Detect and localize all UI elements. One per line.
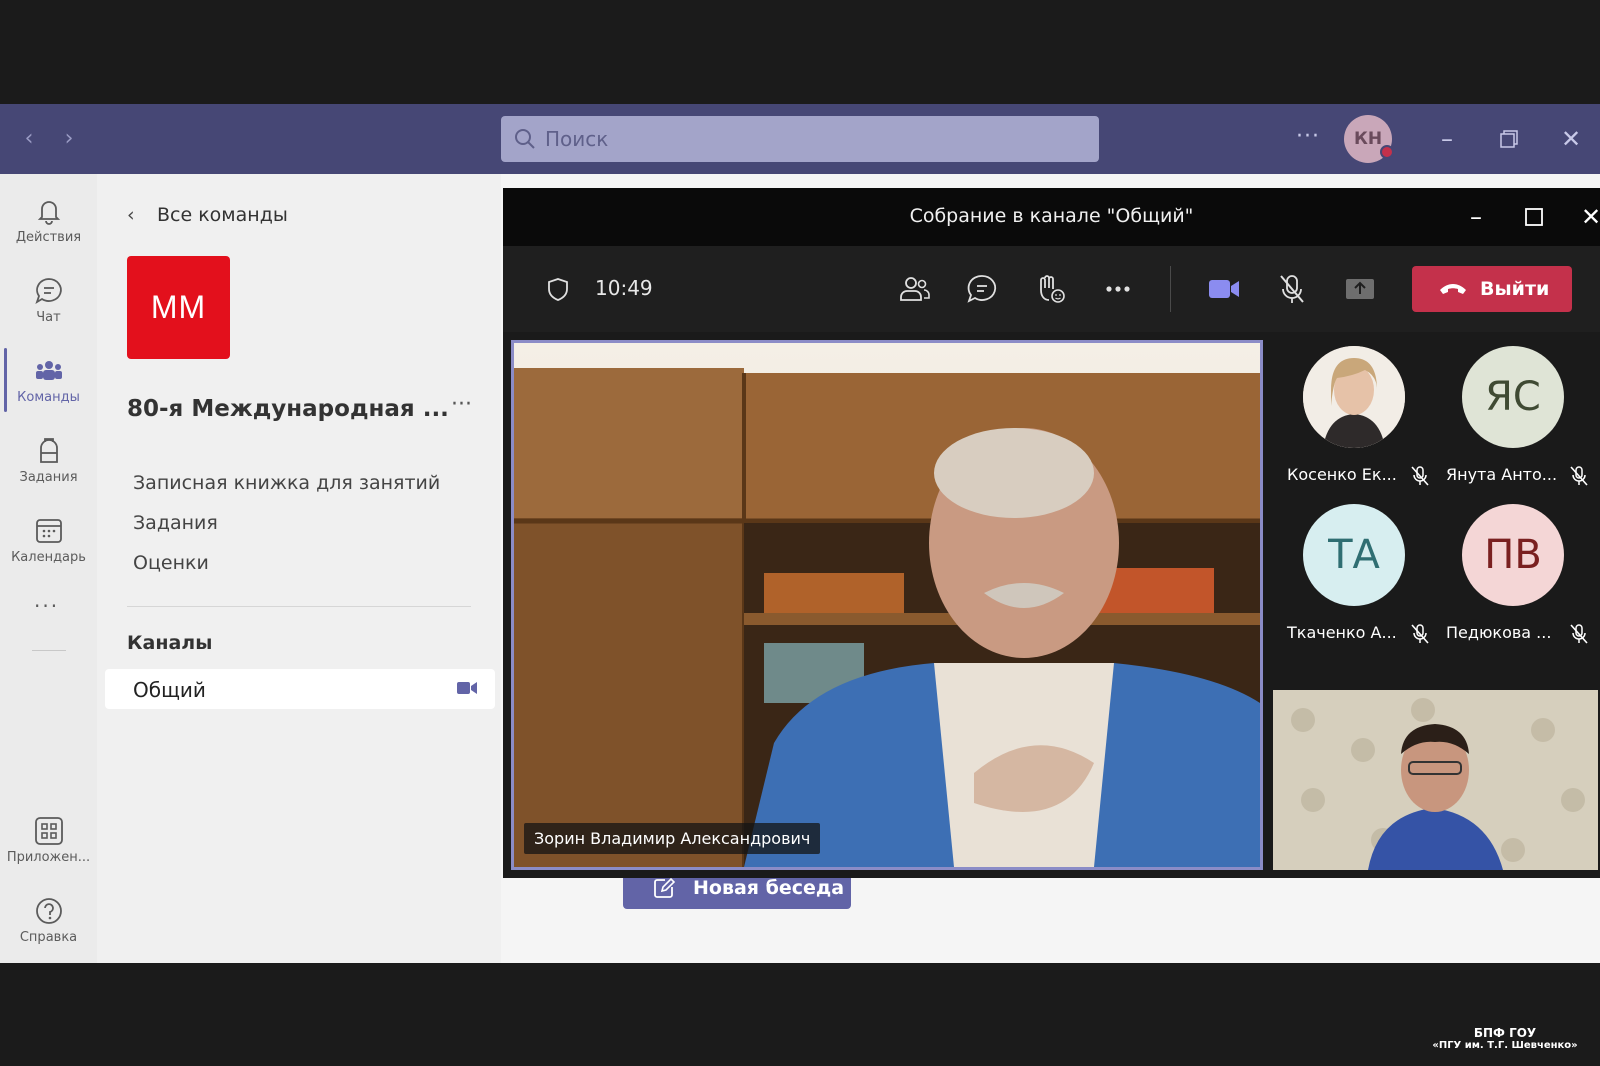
participant-avatar: ПВ (1462, 504, 1564, 606)
team-logo: ММ (127, 256, 230, 359)
rail-item-apps[interactable]: Приложен... (0, 802, 97, 878)
compose-icon (654, 877, 675, 898)
shield-icon (548, 278, 568, 301)
apps-icon (35, 817, 63, 845)
rail-item-teams[interactable]: Команды (0, 342, 97, 418)
tab-grades[interactable]: Оценки (133, 552, 209, 574)
participant-avatar: ТА (1303, 504, 1405, 606)
participant-tile[interactable]: ПВ Педюкова ... (1434, 498, 1592, 648)
mic-muted-icon (1570, 624, 1588, 644)
rail-divider (32, 650, 66, 651)
rail-label: Действия (15, 230, 82, 245)
participant-name: Педюкова ... (1446, 623, 1552, 642)
watermark: БПФ ГОУ «ПГУ им. Т.Г. Шевченко» (1420, 1026, 1590, 1051)
rail-label: Задания (19, 470, 78, 485)
presenter-video-image (514, 343, 1260, 867)
video-camera-icon (457, 682, 477, 694)
search-icon (515, 129, 535, 149)
forward-arrow-icon[interactable]: › (58, 128, 80, 150)
rail-item-help[interactable]: Справка (0, 882, 97, 958)
raise-hand-icon[interactable] (1031, 270, 1069, 308)
rail-item-activity[interactable]: Действия (0, 182, 97, 258)
presenter-video[interactable]: Зорин Владимир Александрович (511, 340, 1263, 870)
watermark-line1: БПФ ГОУ (1473, 1026, 1537, 1040)
help-icon (36, 898, 62, 924)
video-stage: Зорин Владимир Александрович Косенко Ек.… (503, 332, 1600, 878)
presenter-name-tag: Зорин Владимир Александрович (524, 823, 821, 854)
restore-icon[interactable] (1494, 124, 1524, 154)
chat-bubble-icon[interactable] (963, 270, 1001, 308)
minimize-icon[interactable]: – (1432, 124, 1462, 154)
meeting-title: Собрание в канале "Общий" (909, 205, 1194, 227)
teams-icon (36, 361, 62, 380)
meeting-close-icon[interactable]: ✕ (1576, 202, 1600, 232)
more-options-button[interactable]: ··· (1296, 124, 1320, 149)
mic-muted-icon (1570, 466, 1588, 486)
calendar-icon (36, 519, 62, 543)
user-avatar[interactable]: КН (1344, 115, 1394, 163)
participant-name: Ткаченко А... (1287, 623, 1397, 642)
watermark-line2: «ПГУ им. Т.Г. Шевченко» (1432, 1040, 1578, 1051)
more-actions-icon[interactable] (1099, 270, 1137, 308)
screen: ‹ › ··· КН – ✕ Действия (0, 0, 1600, 1066)
rail-more-button[interactable]: ··· (34, 594, 59, 618)
all-teams-link[interactable]: ‹ Все команды (127, 204, 288, 226)
hang-up-icon (1440, 284, 1466, 294)
rail-item-assignments[interactable]: Задания (0, 422, 97, 498)
chevron-left-icon: ‹ (127, 204, 135, 226)
leave-button[interactable]: Выйти (1412, 266, 1572, 312)
participant-name: Косенко Ек... (1287, 465, 1397, 484)
participant-avatar: ЯС (1462, 346, 1564, 448)
new-chat-label: Новая беседа (693, 877, 845, 899)
close-icon[interactable]: ✕ (1556, 124, 1586, 154)
tab-notebook[interactable]: Записная книжка для занятий (133, 472, 440, 494)
team-more-button[interactable]: ··· (451, 392, 472, 417)
meeting-timer: 10:49 (595, 276, 653, 300)
rail-item-chat[interactable]: Чат (0, 262, 97, 338)
rail-label: Справка (19, 930, 78, 945)
chat-icon (35, 278, 62, 305)
meeting-title-bar: Собрание в канале "Общий" – ✕ (503, 188, 1600, 246)
rail-label: Чат (36, 310, 61, 325)
team-name: 80-я Международная ... (127, 396, 449, 422)
share-screen-icon[interactable] (1341, 270, 1379, 308)
camera-on-icon[interactable] (1205, 270, 1243, 308)
channels-header: Каналы (127, 632, 213, 654)
rail-label: Команды (17, 390, 80, 405)
all-teams-label: Все команды (157, 204, 288, 226)
meeting-maximize-icon[interactable] (1519, 202, 1549, 232)
back-arrow-icon[interactable]: ‹ (18, 128, 40, 150)
participant-tile[interactable]: Косенко Ек... (1275, 340, 1433, 490)
meeting-window: Собрание в канале "Общий" – ✕ 10:49 Выйт… (503, 188, 1600, 878)
self-video-image (1273, 690, 1598, 870)
channel-label: Общий (133, 678, 206, 702)
mic-muted-icon (1411, 466, 1429, 486)
rail-label: Приложен... (6, 850, 91, 865)
rail-item-calendar[interactable]: Календарь (0, 502, 97, 578)
toolbar-divider (1170, 266, 1171, 312)
participant-avatar-photo (1303, 346, 1405, 448)
participant-tile[interactable]: ЯС Янута Анто... (1434, 340, 1592, 490)
tab-assignments[interactable]: Задания (133, 512, 218, 534)
channel-general[interactable]: Общий (105, 669, 495, 709)
participant-tile[interactable]: ТА Ткаченко А... (1275, 498, 1433, 648)
bell-icon (37, 201, 61, 225)
self-video-preview[interactable] (1273, 690, 1598, 870)
app-rail: Действия Чат Команды Задания Календарь ·… (0, 174, 97, 963)
rail-label: Календарь (11, 550, 86, 565)
leave-label: Выйти (1480, 278, 1550, 300)
panel-divider (127, 606, 471, 607)
mic-muted-icon (1411, 624, 1429, 644)
participants-icon[interactable] (895, 270, 933, 308)
team-panel: ‹ Все команды ММ 80-я Международная ... ·… (97, 174, 501, 963)
search-box[interactable] (501, 116, 1099, 162)
meeting-minimize-icon[interactable]: – (1461, 202, 1491, 232)
meeting-toolbar: 10:49 Выйти (503, 246, 1600, 332)
search-input[interactable] (545, 124, 1065, 154)
status-dot (1380, 145, 1394, 159)
participant-name: Янута Анто... (1446, 465, 1558, 484)
backpack-icon (40, 438, 58, 463)
mic-muted-icon[interactable] (1273, 270, 1311, 308)
user-initials: КН (1353, 129, 1383, 149)
